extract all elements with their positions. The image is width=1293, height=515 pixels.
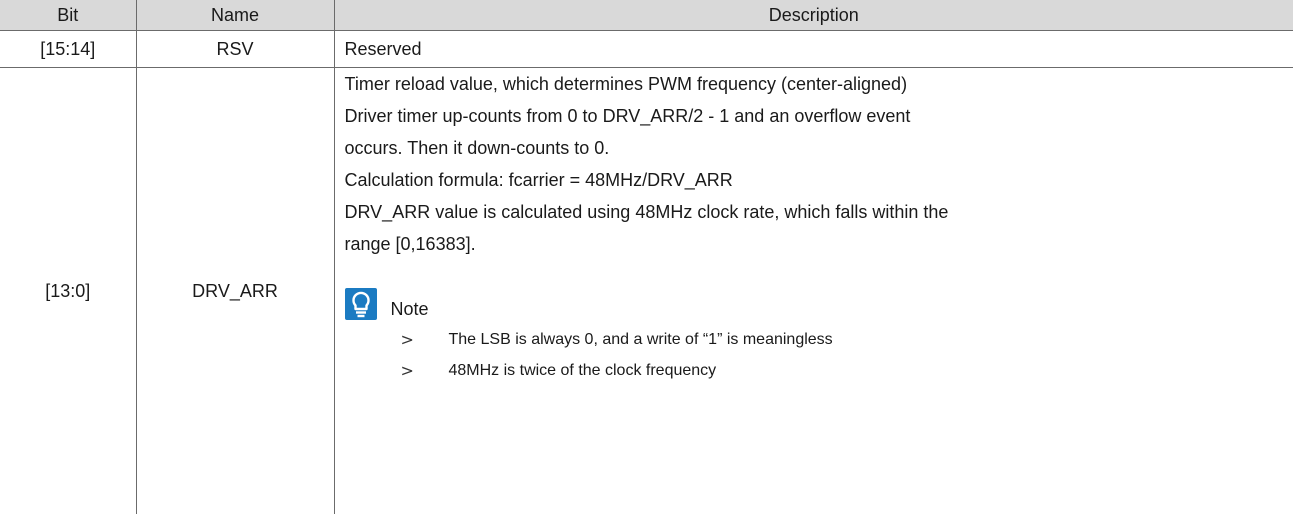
table-row: [13:0] DRV_ARR Timer reload value, which…	[0, 67, 1293, 514]
header-row: Bit Name Description	[0, 0, 1293, 31]
note-item: > 48MHz is twice of the clock frequency	[401, 355, 1293, 386]
register-table: Bit Name Description [15:14] RSV Reserve…	[0, 0, 1293, 514]
description-line: range [0,16383].	[344, 234, 476, 254]
description-cell: Reserved	[334, 30, 1293, 68]
bit-cell: [15:14]	[0, 30, 137, 68]
header-name: Name	[136, 0, 335, 31]
description-line: DRV_ARR value is calculated using 48MHz …	[344, 202, 949, 222]
chevron-right-icon: >	[400, 361, 414, 380]
bit-cell: [13:0]	[0, 67, 137, 514]
chevron-right-icon: >	[400, 330, 414, 349]
header-bit: Bit	[0, 0, 137, 31]
description-cell: Timer reload value, which determines PWM…	[334, 67, 1293, 514]
note-item-text: The LSB is always 0, and a write of “1” …	[448, 331, 833, 348]
table-row: [15:14] RSV Reserved	[0, 30, 1293, 68]
description-line: occurs. Then it down-counts to 0.	[344, 138, 610, 158]
name-cell: DRV_ARR	[136, 67, 335, 514]
note-item-text: 48MHz is twice of the clock frequency	[448, 362, 717, 379]
note-list: > The LSB is always 0, and a write of “1…	[345, 324, 1293, 386]
description-line: Driver timer up-counts from 0 to DRV_ARR…	[344, 106, 911, 126]
note-title: Note	[390, 299, 429, 319]
note-item: > The LSB is always 0, and a write of “1…	[401, 324, 1293, 355]
description-line: Calculation formula: fcarrier = 48MHz/DR…	[344, 170, 733, 190]
description-line: Timer reload value, which determines PWM…	[344, 74, 908, 94]
note-header: Note	[344, 274, 1293, 320]
name-cell: RSV	[136, 30, 335, 68]
header-description: Description	[334, 0, 1293, 31]
lightbulb-icon	[344, 288, 377, 320]
